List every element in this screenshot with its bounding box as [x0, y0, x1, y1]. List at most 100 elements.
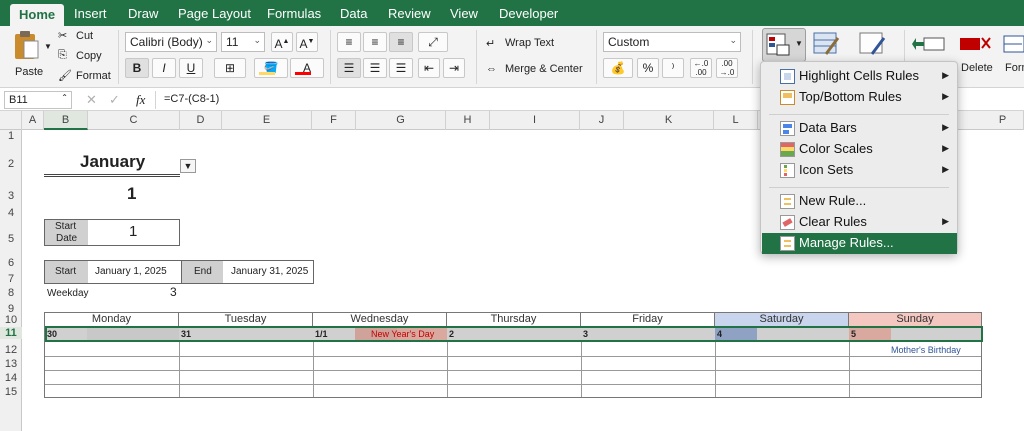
- align-middle-button[interactable]: ≡: [363, 32, 387, 52]
- number-format-select[interactable]: Custom ⌄: [603, 32, 741, 52]
- font-size-select[interactable]: 11 ⌄: [221, 32, 265, 52]
- copy-button[interactable]: Copy: [76, 50, 102, 62]
- month-title: January: [80, 152, 146, 171]
- row-header[interactable]: 5: [0, 233, 22, 245]
- insert-cells-button[interactable]: [912, 30, 952, 60]
- tab-review[interactable]: Review: [388, 6, 431, 21]
- format-as-table-button[interactable]: [812, 30, 848, 60]
- tab-view[interactable]: View: [450, 6, 478, 21]
- increase-indent-button[interactable]: ⇥: [443, 58, 465, 78]
- select-all-button[interactable]: [0, 111, 22, 130]
- menu-item-color-scales[interactable]: Color Scales ▶: [762, 139, 957, 160]
- font-name-select[interactable]: Calibri (Body) ⌄: [125, 32, 217, 52]
- conditional-formatting-button[interactable]: ▼: [762, 28, 806, 62]
- cut-button[interactable]: Cut: [76, 30, 93, 42]
- increase-font-button[interactable]: A▲: [271, 32, 293, 52]
- column-header[interactable]: J: [580, 111, 624, 130]
- decrease-decimal-button[interactable]: .00 →.0: [716, 58, 738, 78]
- row-header[interactable]: 12: [0, 344, 22, 356]
- row-header[interactable]: 8: [0, 287, 22, 299]
- format-painter-button[interactable]: Format: [76, 70, 111, 82]
- scissors-icon[interactable]: ✂: [58, 29, 67, 42]
- column-header[interactable]: A: [22, 111, 44, 130]
- menu-item-label: Highlight Cells Rules: [799, 68, 919, 83]
- format-cells-button[interactable]: [1002, 30, 1024, 60]
- row-header[interactable]: 14: [0, 372, 22, 384]
- row-header[interactable]: 4: [0, 207, 22, 219]
- align-top-button[interactable]: ≡: [337, 32, 361, 52]
- column-header[interactable]: L: [714, 111, 758, 130]
- menu-item-top-bottom-rules[interactable]: Top/Bottom Rules ▶: [762, 87, 957, 108]
- paste-button[interactable]: Paste ▼: [8, 30, 52, 84]
- day-header: Friday: [581, 313, 715, 326]
- wrap-text-button[interactable]: Wrap Text: [505, 37, 554, 49]
- fill-color-button[interactable]: 🪣: [254, 58, 288, 78]
- menu-item-label: Manage Rules...: [799, 235, 894, 250]
- formula-input[interactable]: =C7-(C8-1): [164, 93, 219, 105]
- orientation-button[interactable]: ⤢: [418, 32, 448, 52]
- merge-icon[interactable]: ⇔: [486, 63, 497, 75]
- column-header[interactable]: K: [624, 111, 714, 130]
- menu-item-icon-sets[interactable]: Icon Sets ▶: [762, 160, 957, 181]
- copy-icon[interactable]: ⎘: [58, 49, 67, 62]
- delete-cells-button[interactable]: [958, 30, 994, 60]
- align-right-button[interactable]: ☰: [389, 58, 413, 78]
- column-header[interactable]: H: [446, 111, 490, 130]
- column-header[interactable]: P: [982, 111, 1024, 130]
- comma-button[interactable]: ⁾: [662, 58, 684, 78]
- borders-button[interactable]: ⊞: [214, 58, 246, 78]
- cancel-icon[interactable]: ✕: [86, 92, 97, 108]
- tab-home[interactable]: Home: [10, 4, 65, 26]
- menu-item-highlight-cells-rules[interactable]: Highlight Cells Rules ▶: [762, 66, 957, 87]
- menu-item-data-bars[interactable]: Data Bars ▶: [762, 118, 957, 139]
- week-row: 30 31 1/1 New Year's Day 2 3 4 5: [45, 326, 983, 342]
- tab-page-layout[interactable]: Page Layout: [178, 6, 251, 21]
- column-header[interactable]: E: [222, 111, 312, 130]
- wrap-text-icon[interactable]: ↵: [486, 37, 495, 50]
- menu-item-new-rule[interactable]: New Rule...: [762, 191, 957, 212]
- italic-button[interactable]: I: [152, 58, 176, 78]
- format-painter-icon[interactable]: 🖌: [58, 69, 72, 82]
- decrease-indent-button[interactable]: ⇤: [418, 58, 440, 78]
- percent-button[interactable]: %: [637, 58, 659, 78]
- tab-draw[interactable]: Draw: [128, 6, 158, 21]
- increase-decimal-button[interactable]: ←.0.00: [690, 58, 712, 78]
- start-date-value[interactable]: 1: [129, 223, 137, 240]
- tab-formulas[interactable]: Formulas: [267, 6, 321, 21]
- tab-insert[interactable]: Insert: [74, 6, 107, 21]
- align-left-button[interactable]: ☰: [337, 58, 361, 78]
- align-bottom-button[interactable]: ≡: [389, 32, 413, 52]
- tab-developer[interactable]: Developer: [499, 6, 558, 21]
- merge-center-button[interactable]: Merge & Center: [505, 63, 583, 75]
- accounting-format-button[interactable]: 💰: [603, 58, 633, 78]
- cell-styles-button[interactable]: [858, 30, 894, 60]
- column-header[interactable]: I: [490, 111, 580, 130]
- row-header[interactable]: 3: [0, 190, 22, 202]
- row-header[interactable]: 6: [0, 257, 22, 269]
- column-header[interactable]: B: [44, 111, 88, 130]
- tab-data[interactable]: Data: [340, 6, 367, 21]
- enter-icon[interactable]: ✓: [109, 92, 120, 108]
- font-color-button[interactable]: A: [290, 58, 324, 78]
- row-header[interactable]: 13: [0, 358, 22, 370]
- column-header[interactable]: D: [180, 111, 222, 130]
- insert-function-button[interactable]: fx: [136, 92, 145, 108]
- row-header[interactable]: 10: [0, 314, 22, 326]
- decrease-font-button[interactable]: A▼: [296, 32, 318, 52]
- row-header[interactable]: 15: [0, 386, 22, 398]
- underline-button[interactable]: U: [179, 58, 203, 78]
- column-header[interactable]: F: [312, 111, 356, 130]
- row-header[interactable]: 7: [0, 273, 22, 285]
- row-header[interactable]: 11: [0, 327, 22, 339]
- name-box[interactable]: B11 ⌃: [4, 91, 72, 109]
- month-dropdown[interactable]: ▼: [180, 159, 196, 173]
- bold-button[interactable]: B: [125, 58, 149, 78]
- row-header[interactable]: 2: [0, 158, 22, 170]
- column-header[interactable]: C: [88, 111, 180, 130]
- column-header[interactable]: G: [356, 111, 446, 130]
- menu-item-clear-rules[interactable]: Clear Rules ▶: [762, 212, 957, 233]
- menu-item-manage-rules[interactable]: Manage Rules...: [762, 233, 957, 254]
- start-label: Start: [55, 266, 77, 277]
- align-center-button[interactable]: ☰: [363, 58, 387, 78]
- row-header[interactable]: 1: [0, 130, 22, 142]
